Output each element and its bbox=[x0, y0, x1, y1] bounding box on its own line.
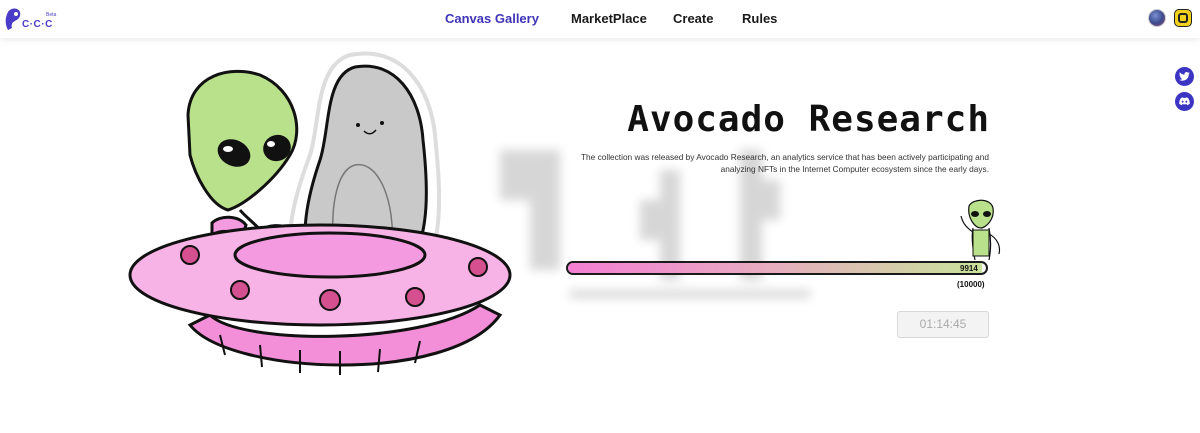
nav-canvas-gallery[interactable]: Canvas Gallery bbox=[445, 11, 539, 26]
minted-count: 9914 bbox=[960, 264, 978, 273]
top-nav-bar: C·C·C Beta Canvas Gallery MarketPlace Cr… bbox=[0, 0, 1200, 38]
logo-beta-label: Beta bbox=[46, 12, 57, 18]
mint-progress-fill bbox=[568, 263, 983, 273]
total-supply: (10000) bbox=[957, 280, 985, 289]
ufo-icon bbox=[128, 223, 512, 375]
ufo-alien-avocado-illustration bbox=[128, 51, 512, 375]
alien-icon bbox=[186, 69, 299, 246]
nav-rules[interactable]: Rules bbox=[742, 11, 777, 26]
nav-marketplace[interactable]: MarketPlace bbox=[571, 11, 647, 26]
nav-create[interactable]: Create bbox=[673, 11, 713, 26]
ccc-logo[interactable]: C·C·C Beta bbox=[4, 6, 56, 34]
collection-description: The collection was released by Avocado R… bbox=[580, 152, 989, 174]
avatar[interactable] bbox=[1148, 9, 1166, 27]
mint-progress-bar bbox=[566, 261, 988, 275]
twitter-icon[interactable] bbox=[1175, 67, 1194, 86]
logo-text: C·C·C bbox=[22, 19, 53, 30]
collection-title: Avocado Research bbox=[627, 99, 990, 140]
countdown-timer-button[interactable]: 01:14:45 bbox=[897, 311, 989, 338]
page: C·C·C Beta Canvas Gallery MarketPlace Cr… bbox=[0, 0, 1200, 433]
alien-mascot-icon bbox=[960, 199, 1001, 261]
wallet-icon[interactable] bbox=[1174, 9, 1192, 27]
discord-icon[interactable] bbox=[1175, 92, 1194, 111]
